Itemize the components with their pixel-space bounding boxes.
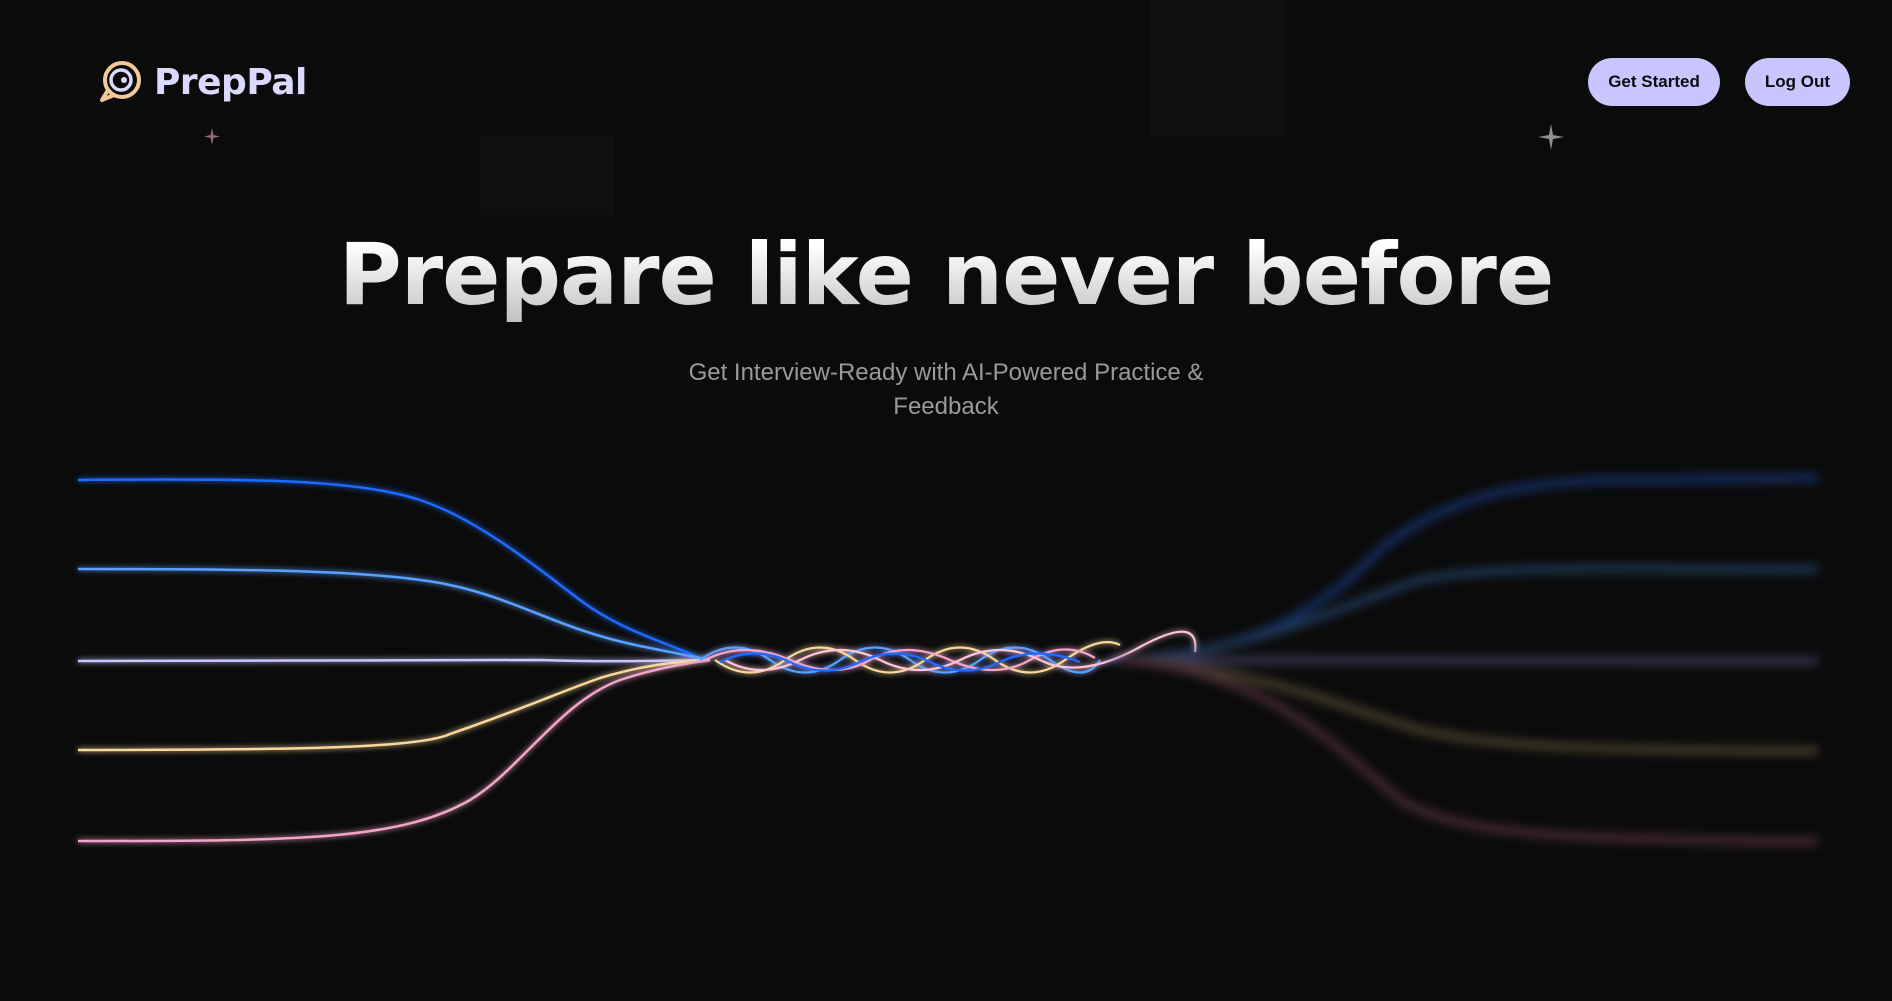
wave-line [77,658,711,663]
navbar: PrepPal Get Started Log Out [0,0,1892,165]
logout-button[interactable]: Log Out [1744,58,1850,106]
chat-bubble-icon [100,61,141,102]
hero-subtitle: Get Interview-Ready with AI-Powered Prac… [688,359,1204,420]
wave-decoration [77,474,1819,845]
get-started-button[interactable]: Get Started [1588,58,1720,106]
wave-line [77,658,711,752]
nav-actions: Get Started Log Out [1588,58,1850,106]
landing-page: PrepPal Get Started Log Out Prepare like… [0,0,1892,1001]
brand-name: PrepPal [154,61,307,103]
hero-title: Prepare like never before [0,225,1892,325]
brand-link[interactable]: PrepPal [96,58,307,106]
wave-line [77,567,711,662]
